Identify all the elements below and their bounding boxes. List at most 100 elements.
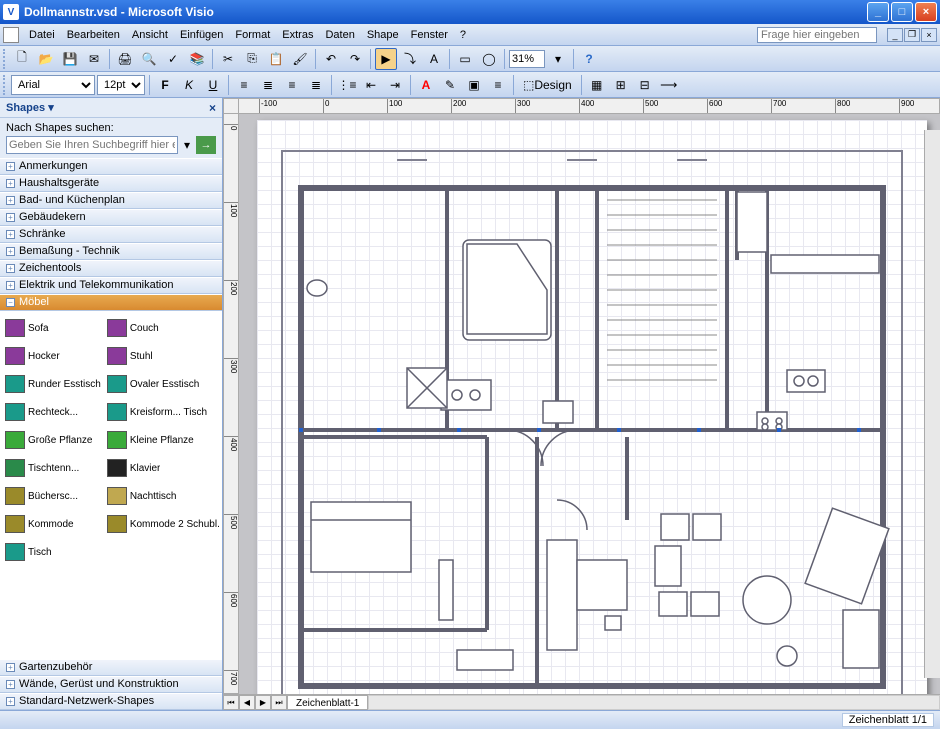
menu-ansicht[interactable]: Ansicht xyxy=(126,27,174,43)
close-button[interactable]: × xyxy=(915,2,937,22)
line-weight-button[interactable]: ≡ xyxy=(487,74,509,96)
shape-item[interactable]: Büchersc... xyxy=(4,483,102,509)
shape-item[interactable]: Rechteck... xyxy=(4,399,102,425)
category-bar[interactable]: +Gebäudekern xyxy=(0,209,222,226)
category-bar[interactable]: +Schränke xyxy=(0,226,222,243)
shape-item[interactable]: Runder Esstisch xyxy=(4,371,102,397)
shape-item[interactable]: Stuhl xyxy=(106,343,221,369)
layers-button[interactable]: ▦ xyxy=(586,74,608,96)
category-bar[interactable]: +Wände, Gerüst und Konstruktion xyxy=(0,676,222,693)
distribute-button[interactable]: ⊟ xyxy=(634,74,656,96)
menu-format[interactable]: Format xyxy=(229,27,276,43)
print-button[interactable]: 🖨 xyxy=(114,48,136,70)
shape-item[interactable]: Tischtenn... xyxy=(4,455,102,481)
ellipse-tool-button[interactable]: ◯ xyxy=(478,48,500,70)
shape-item[interactable]: Tisch xyxy=(4,539,102,565)
shape-item[interactable]: Nachttisch xyxy=(106,483,221,509)
shape-item[interactable]: Kommode xyxy=(4,511,102,537)
align-left-button[interactable]: ≡ xyxy=(233,74,255,96)
category-moebel[interactable]: −Möbel xyxy=(0,294,222,311)
category-bar[interactable]: +Elektrik und Telekommunikation xyxy=(0,277,222,294)
toolbar-grip[interactable] xyxy=(3,49,7,69)
italic-button[interactable]: K xyxy=(178,74,200,96)
category-bar[interactable]: +Zeichentools xyxy=(0,260,222,277)
zoom-input[interactable] xyxy=(509,50,545,68)
shapes-close-button[interactable]: × xyxy=(209,101,216,115)
vertical-ruler[interactable]: 0100200300400500600700 xyxy=(223,114,239,694)
help-button[interactable]: ? xyxy=(578,48,600,70)
mail-button[interactable]: ✉ xyxy=(83,48,105,70)
fill-color-button[interactable]: ▣ xyxy=(463,74,485,96)
search-go-button[interactable]: → xyxy=(196,136,216,154)
font-combo[interactable]: Arial xyxy=(11,75,95,95)
font-color-button[interactable]: A xyxy=(415,74,437,96)
tab-last-button[interactable]: ⏭ xyxy=(271,695,287,710)
shape-item[interactable]: Ovaler Esstisch xyxy=(106,371,221,397)
doc-minimize-button[interactable]: _ xyxy=(887,28,903,42)
copy-button[interactable]: ⎘ xyxy=(241,48,263,70)
menu-fenster[interactable]: Fenster xyxy=(405,27,454,43)
menu-bearbeiten[interactable]: Bearbeiten xyxy=(61,27,126,43)
shape-item[interactable]: Klavier xyxy=(106,455,221,481)
horizontal-scrollbar[interactable] xyxy=(368,695,940,710)
drawing-area[interactable] xyxy=(239,114,940,694)
menu-daten[interactable]: Daten xyxy=(319,27,360,43)
save-button[interactable]: 💾 xyxy=(59,48,81,70)
horizontal-ruler[interactable]: -1000100200300400500600700800900 xyxy=(239,98,940,114)
help-search-input[interactable] xyxy=(757,27,877,43)
undo-button[interactable]: ↶ xyxy=(320,48,342,70)
shape-item[interactable]: Kommode 2 Schubl. xyxy=(106,511,221,537)
format-painter-button[interactable]: 🖌 xyxy=(289,48,311,70)
underline-button[interactable]: U xyxy=(202,74,224,96)
cut-button[interactable]: ✂ xyxy=(217,48,239,70)
tab-prev-button[interactable]: ◀ xyxy=(239,695,255,710)
pointer-tool-button[interactable]: ▶ xyxy=(375,48,397,70)
open-button[interactable]: 📂 xyxy=(35,48,57,70)
page-tab[interactable]: Zeichenblatt-1 xyxy=(287,695,368,710)
menu-help[interactable]: ? xyxy=(454,27,472,43)
connector-tool-button[interactable]: ⤵ xyxy=(399,48,421,70)
decrease-indent-button[interactable]: ⇤ xyxy=(360,74,382,96)
menu-extras[interactable]: Extras xyxy=(276,27,319,43)
drawing-page[interactable] xyxy=(257,120,927,694)
redo-button[interactable]: ↷ xyxy=(344,48,366,70)
research-button[interactable]: 📚 xyxy=(186,48,208,70)
new-button[interactable]: 🗋 xyxy=(11,48,33,70)
text-tool-button[interactable]: A xyxy=(423,48,445,70)
shape-item[interactable]: Sofa xyxy=(4,315,102,341)
rectangle-tool-button[interactable]: ▭ xyxy=(454,48,476,70)
align-shapes-button[interactable]: ⊞ xyxy=(610,74,632,96)
shape-item[interactable]: Kreisform... Tisch xyxy=(106,399,221,425)
design-button[interactable]: ⬚ Design xyxy=(518,74,577,96)
paste-button[interactable]: 📋 xyxy=(265,48,287,70)
print-preview-button[interactable]: 🔍 xyxy=(138,48,160,70)
shape-item[interactable]: Couch xyxy=(106,315,221,341)
vertical-scrollbar[interactable] xyxy=(924,130,940,678)
maximize-button[interactable]: □ xyxy=(891,2,913,22)
menu-einfuegen[interactable]: Einfügen xyxy=(174,27,229,43)
category-bar[interactable]: +Bad- und Küchenplan xyxy=(0,192,222,209)
shape-item[interactable]: Hocker xyxy=(4,343,102,369)
shape-item[interactable]: Große Pflanze xyxy=(4,427,102,453)
category-bar[interactable]: +Anmerkungen xyxy=(0,158,222,175)
line-color-button[interactable]: ✎ xyxy=(439,74,461,96)
align-justify-button[interactable]: ≣ xyxy=(305,74,327,96)
toolbar-grip[interactable] xyxy=(3,75,7,95)
tab-next-button[interactable]: ▶ xyxy=(255,695,271,710)
menu-shape[interactable]: Shape xyxy=(361,27,405,43)
category-bar[interactable]: +Bemaßung - Technik xyxy=(0,243,222,260)
doc-restore-button[interactable]: ❐ xyxy=(904,28,920,42)
shape-item[interactable]: Kleine Pflanze xyxy=(106,427,221,453)
category-bar[interactable]: +Standard-Netzwerk-Shapes xyxy=(0,693,222,710)
tab-first-button[interactable]: ⏮ xyxy=(223,695,239,710)
doc-close-button[interactable]: × xyxy=(921,28,937,42)
shapes-search-input[interactable] xyxy=(6,136,178,154)
search-dropdown[interactable]: ▾ xyxy=(180,136,194,154)
category-bar[interactable]: +Gartenzubehör xyxy=(0,659,222,676)
bullets-button[interactable]: ⋮≡ xyxy=(336,74,358,96)
align-center-button[interactable]: ≣ xyxy=(257,74,279,96)
minimize-button[interactable]: _ xyxy=(867,2,889,22)
bold-button[interactable]: F xyxy=(154,74,176,96)
align-right-button[interactable]: ≡ xyxy=(281,74,303,96)
size-combo[interactable]: 12pt xyxy=(97,75,145,95)
